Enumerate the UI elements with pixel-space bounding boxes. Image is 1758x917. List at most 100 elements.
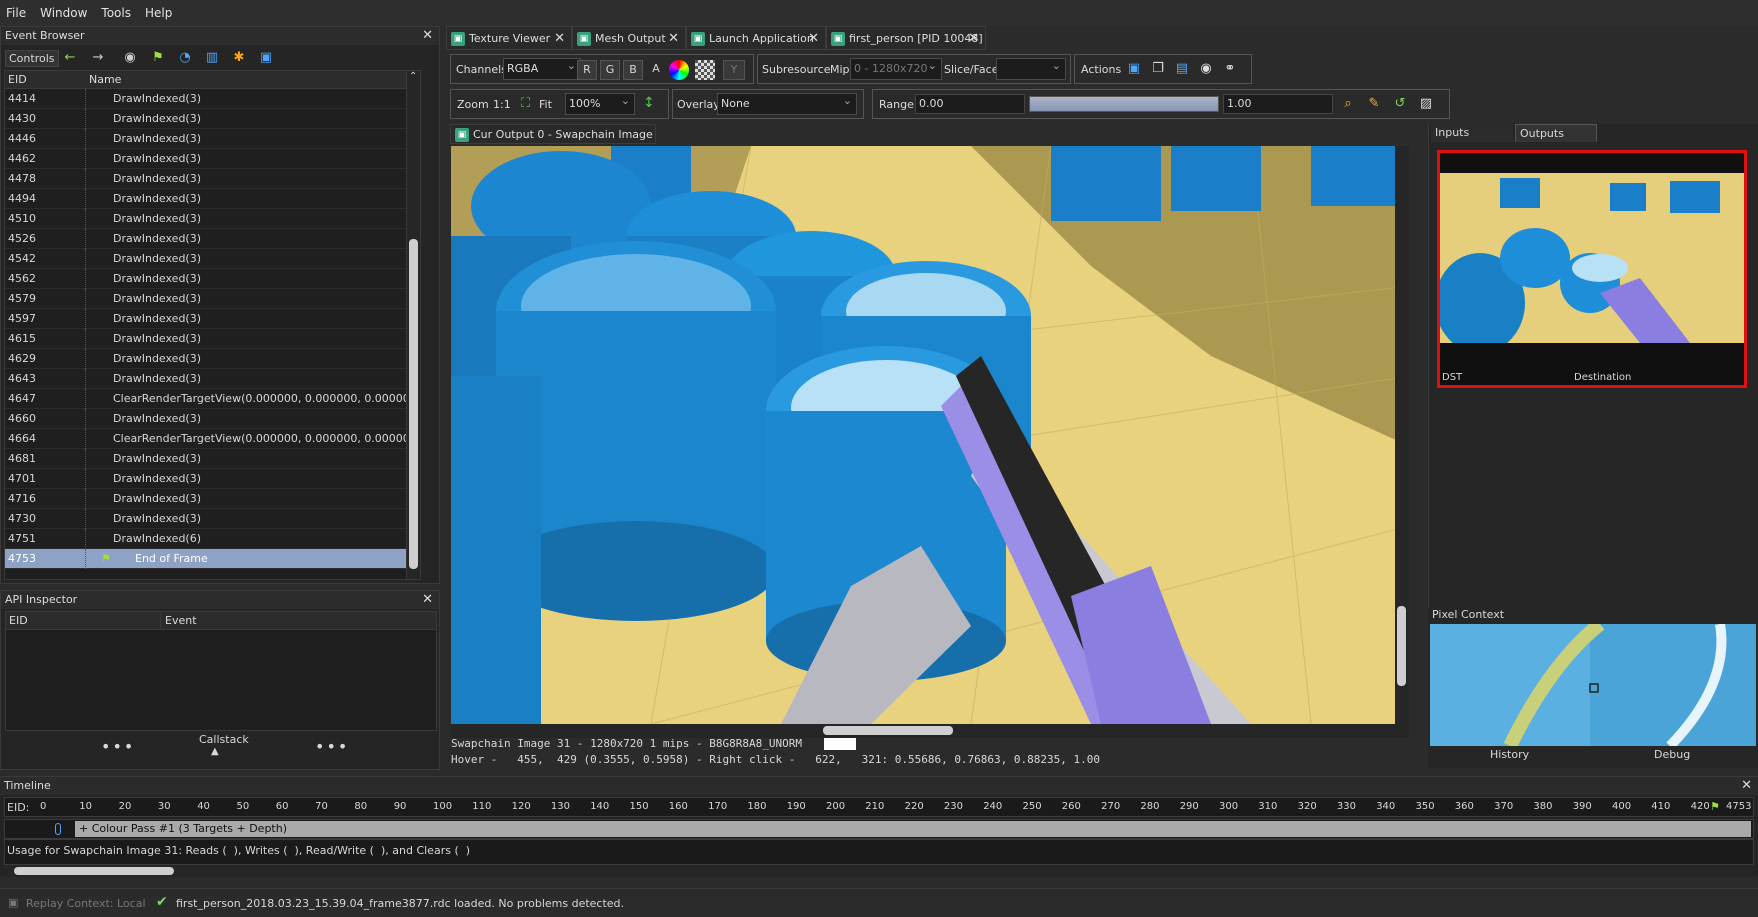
timeline-marker[interactable] [55, 823, 61, 835]
menu-help[interactable]: Help [145, 6, 172, 20]
debug-button[interactable]: Debug [1654, 748, 1690, 761]
zoom-1to1-button[interactable]: 1:1 [493, 98, 511, 111]
auto-fit-icon[interactable]: ✎ [1365, 95, 1383, 113]
close-icon[interactable]: ✕ [808, 27, 819, 51]
channel-a-toggle[interactable]: A [646, 60, 666, 80]
fit-icon[interactable]: ⛶ [521, 96, 530, 111]
scrollbar-thumb[interactable] [823, 726, 953, 735]
close-icon[interactable]: ✕ [668, 27, 679, 51]
flag-icon[interactable]: ⚑ [149, 49, 167, 67]
zoom-select[interactable]: 100% [565, 91, 635, 115]
open-texture-icon[interactable]: ▤ [1173, 60, 1191, 78]
channel-y-toggle[interactable]: Y [723, 60, 745, 80]
table-row[interactable]: 4643 DrawIndexed(3) [5, 369, 420, 389]
event-list[interactable]: EID Name 4414 DrawIndexed(3) 4430 DrawIndex… [4, 70, 421, 580]
range-max-input[interactable]: 1.00 [1223, 94, 1333, 114]
callstack-label[interactable]: Callstack [199, 733, 249, 746]
tab-outputs[interactable]: Outputs [1515, 124, 1597, 142]
close-icon[interactable]: ✕ [968, 27, 979, 51]
range-min-input[interactable]: 0.00 [915, 94, 1025, 114]
table-row[interactable]: 4494 DrawIndexed(3) [5, 189, 420, 209]
tab-mesh-output[interactable]: ▣ Mesh Output ✕ [572, 26, 686, 50]
binoculars-icon[interactable]: ◉ [1197, 60, 1215, 78]
table-row[interactable]: 4478 DrawIndexed(3) [5, 169, 420, 189]
tab-launch-application[interactable]: ▣ Launch Application ✕ [686, 26, 826, 50]
binoculars-icon[interactable]: ◉ [121, 49, 139, 67]
chevron-up-icon[interactable]: ⌃ [409, 71, 417, 82]
replay-context[interactable]: Replay Context: Local [26, 897, 146, 910]
history-button[interactable]: History [1490, 748, 1529, 761]
fit-label[interactable]: Fit [539, 98, 552, 111]
channels-select[interactable]: RGBA [503, 56, 581, 80]
table-row[interactable]: 4730 DrawIndexed(3) [5, 509, 420, 529]
table-row[interactable]: 4526 DrawIndexed(3) [5, 229, 420, 249]
table-row[interactable]: 4446 DrawIndexed(3) [5, 129, 420, 149]
col-eid[interactable]: EID [8, 71, 27, 89]
menu-tools[interactable]: Tools [101, 6, 131, 20]
color-wheel-icon[interactable] [669, 60, 689, 80]
stats-icon[interactable]: ▥ [203, 49, 221, 67]
tab-cur-output[interactable]: ▣Cur Output 0 - Swapchain Image 31 [450, 124, 656, 161]
scrollbar-thumb[interactable] [14, 867, 174, 875]
table-row[interactable]: 4414 DrawIndexed(3) [5, 89, 420, 109]
expand-up-icon[interactable]: ▲ [211, 746, 219, 757]
tab-texture-viewer[interactable]: ▣ Texture Viewer ✕ [446, 26, 572, 50]
save-texture-icon[interactable]: ▣ [1125, 60, 1143, 78]
channel-r-toggle[interactable]: R [577, 60, 597, 80]
scrollbar-thumb[interactable] [409, 239, 418, 569]
close-icon[interactable]: ✕ [554, 27, 565, 51]
output-thumbnail[interactable]: DST Destination [1437, 150, 1747, 388]
splitter-handle-left[interactable]: ••• [101, 737, 135, 756]
copy-icon[interactable]: ❐ [1149, 60, 1167, 78]
table-row[interactable]: 4716 DrawIndexed(3) [5, 489, 420, 509]
asterisk-icon[interactable]: ✱ [230, 49, 248, 67]
tab-first-person[interactable]: ▣ first_person [PID 10048] ✕ [826, 26, 986, 50]
slice-face-select[interactable] [996, 56, 1066, 80]
colour-pass-bar[interactable]: + Colour Pass #1 (3 Targets + Depth) [75, 821, 1751, 837]
reset-range-icon[interactable]: ↺ [1391, 95, 1409, 113]
table-row[interactable]: 4462 DrawIndexed(3) [5, 149, 420, 169]
table-row[interactable]: 4751 DrawIndexed(6) [5, 529, 420, 549]
table-row[interactable]: 4664 ClearRenderTargetView(0.000000, 0.00… [5, 429, 420, 449]
texture-viewport[interactable] [451, 146, 1409, 724]
table-row[interactable]: 4562 DrawIndexed(3) [5, 269, 420, 289]
table-row[interactable]: 4660 DrawIndexed(3) [5, 409, 420, 429]
menu-file[interactable]: File [6, 6, 26, 20]
table-row[interactable]: 4579 DrawIndexed(3) [5, 289, 420, 309]
channel-b-toggle[interactable]: B [623, 60, 643, 80]
col-event[interactable]: Event [160, 612, 197, 630]
close-icon[interactable]: ✕ [1741, 777, 1752, 795]
tab-inputs[interactable]: Inputs [1431, 124, 1513, 142]
table-row[interactable]: 4510 DrawIndexed(3) [5, 209, 420, 229]
range-slider[interactable] [1029, 96, 1219, 112]
overlay-select[interactable]: None [717, 91, 857, 115]
splitter-handle-right[interactable]: ••• [315, 737, 349, 756]
table-row[interactable]: 4701 DrawIndexed(3) [5, 469, 420, 489]
mip-select[interactable]: 0 - 1280x720 [850, 56, 942, 80]
menu-window[interactable]: Window [40, 6, 87, 20]
event-list-scrollbar[interactable]: ⌃ [406, 71, 420, 579]
table-row[interactable]: 4753 ⚑ End of Frame [5, 549, 420, 569]
col-name[interactable]: Name [89, 71, 121, 89]
save-icon[interactable]: ▣ [257, 49, 275, 67]
scrollbar-thumb[interactable] [1397, 606, 1406, 686]
table-row[interactable]: 4629 DrawIndexed(3) [5, 349, 420, 369]
checkerboard-icon[interactable] [695, 60, 715, 80]
table-row[interactable]: 4542 DrawIndexed(3) [5, 249, 420, 269]
channel-g-toggle[interactable]: G [600, 60, 620, 80]
pixel-context-image[interactable] [1430, 624, 1756, 746]
viewport-hscroll[interactable] [451, 724, 1409, 738]
table-row[interactable]: 4597 DrawIndexed(3) [5, 309, 420, 329]
col-eid[interactable]: EID [9, 612, 28, 630]
close-icon[interactable]: ✕ [422, 591, 433, 609]
table-row[interactable]: 4430 DrawIndexed(3) [5, 109, 420, 129]
table-row[interactable]: 4647 ClearRenderTargetView(0.000000, 0.00… [5, 389, 420, 409]
flip-vertical-icon[interactable]: ↕ [643, 95, 655, 111]
back-arrow-icon[interactable]: ← [61, 49, 79, 67]
timer-icon[interactable]: ◔ [176, 49, 194, 67]
zoom-range-icon[interactable]: ⌕ [1339, 95, 1357, 113]
timeline-hscroll[interactable] [4, 865, 1754, 877]
table-row[interactable]: 4615 DrawIndexed(3) [5, 329, 420, 349]
close-icon[interactable]: ✕ [422, 27, 433, 45]
table-row[interactable]: 4681 DrawIndexed(3) [5, 449, 420, 469]
